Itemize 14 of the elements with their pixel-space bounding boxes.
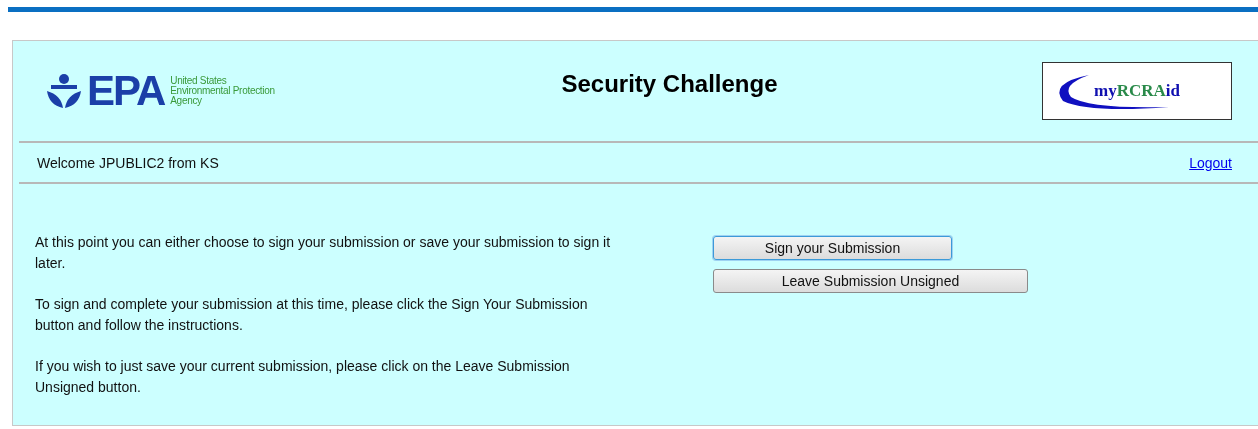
- epa-emblem-icon: [47, 73, 81, 109]
- epa-logo-text: EPA: [87, 70, 165, 112]
- agency-name-line: Agency: [170, 96, 203, 106]
- instruction-paragraph: To sign and complete your submission at this time, please click the Sign Your Submission button and follow the instructions.: [35, 295, 589, 335]
- app-logo: myRCRAid: [1042, 62, 1232, 120]
- instruction-paragraph: At this point you can either choose to sign your submission or save your submission to sign it later.: [35, 233, 612, 273]
- submission-button[interactable]: Leave Submission Unsigned: [713, 269, 1028, 293]
- page-title: Security Challenge: [560, 69, 779, 98]
- welcome-text: Welcome JPUBLIC2 from KS: [37, 154, 219, 171]
- agency-name-line: Environmental Protection: [170, 86, 275, 96]
- submission-button[interactable]: Sign your Submission: [713, 236, 952, 260]
- agency-name-line: United States: [170, 76, 228, 86]
- logout-link[interactable]: Logout: [1189, 154, 1232, 171]
- instruction-paragraph: If you wish to just save your current submission, please click on the Leave Submission Unsigned button.: [35, 357, 571, 397]
